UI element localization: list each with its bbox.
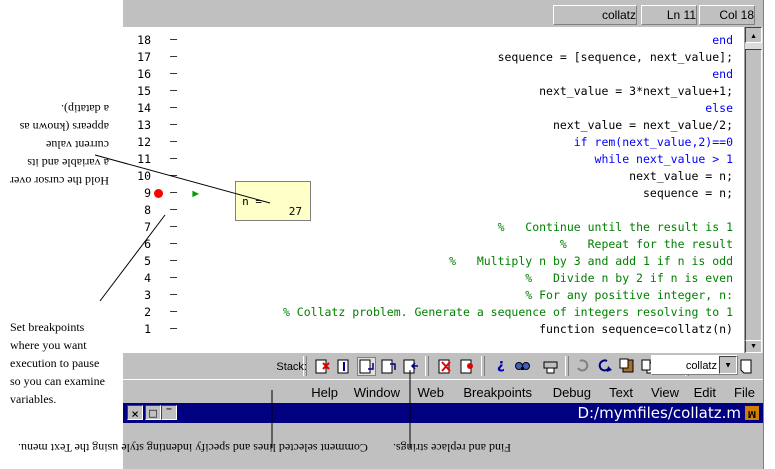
text-menu-annotation: Comment selected lines and specify inden… [18, 441, 368, 455]
annotation-line: Hold the cursor over [10, 174, 109, 188]
annotation-line: appears (known as [19, 120, 109, 134]
annotation-line: a datatip). [61, 102, 109, 116]
annotation-leaders [94, 154, 411, 448]
annotation-line: current value [46, 138, 109, 152]
datatip-annotation: Hold the cursor over a variable and its … [10, 100, 109, 190]
find-annotation: Find and replace strings. [393, 441, 511, 455]
annotation-line: a variable and its [27, 156, 109, 170]
